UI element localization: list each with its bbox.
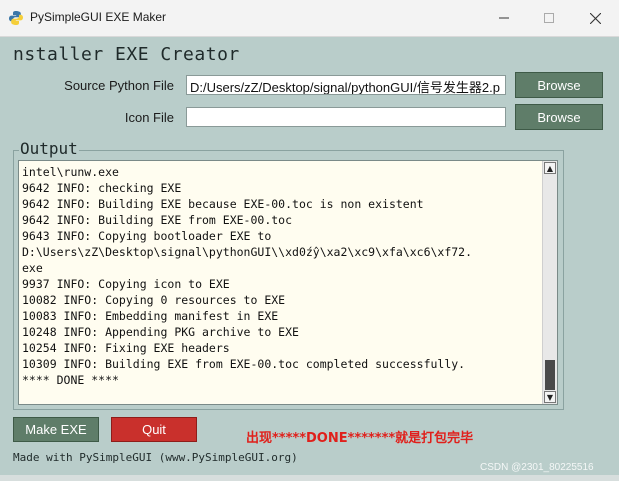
icon-file-label: Icon File — [124, 110, 174, 125]
output-line: 10083 INFO: Embedding manifest in EXE — [22, 309, 279, 323]
window-title: PySimpleGUI EXE Maker — [30, 10, 167, 24]
maximize-icon[interactable] — [526, 0, 572, 36]
output-line: 10082 INFO: Copying 0 resources to EXE — [22, 293, 286, 307]
browse-source-button[interactable]: Browse — [515, 72, 603, 98]
scroll-down-arrow-icon[interactable]: ▼ — [544, 391, 556, 403]
python-logo-icon — [9, 11, 23, 25]
background-strip — [0, 475, 619, 481]
scroll-up-arrow-icon[interactable]: ▲ — [544, 162, 556, 174]
output-line: 9642 INFO: Building EXE because EXE-00.t… — [22, 197, 424, 211]
icon-file-input[interactable] — [186, 107, 506, 127]
output-line: intel\runw.exe — [22, 165, 119, 179]
output-line: exe — [22, 261, 43, 275]
output-line: 9937 INFO: Copying icon to EXE — [22, 277, 230, 291]
output-line: D:\Users\zZ\Desktop\signal\pythonGUI\\xd… — [22, 245, 473, 259]
done-annotation: 出现*****DONE*******就是打包完毕 — [246, 431, 474, 446]
output-line: 10254 INFO: Fixing EXE headers — [22, 341, 230, 355]
source-file-input[interactable]: D:/Users/zZ/Desktop/signal/pythonGUI/信号发… — [186, 75, 506, 95]
quit-button[interactable]: Quit — [111, 417, 197, 442]
output-line: 9642 INFO: checking EXE — [22, 181, 182, 195]
output-scrollbar[interactable]: ▲ ▼ — [542, 161, 557, 404]
page-title: nstaller EXE Creator — [13, 44, 240, 65]
make-exe-button[interactable]: Make EXE — [13, 417, 99, 442]
footer-credit: Made with PySimpleGUI (www.PySimpleGUI.o… — [13, 451, 298, 464]
watermark: CSDN @2301_80225516 — [480, 462, 594, 473]
minimize-icon[interactable] — [481, 0, 527, 36]
output-line: 9642 INFO: Building EXE from EXE-00.toc — [22, 213, 293, 227]
output-line: 10248 INFO: Appending PKG archive to EXE — [22, 325, 299, 339]
browse-icon-button[interactable]: Browse — [515, 104, 603, 130]
title-bar: PySimpleGUI EXE Maker — [0, 0, 619, 37]
source-file-label: Source Python File — [64, 78, 174, 93]
output-lines: intel\runw.exe 9642 INFO: checking EXE 964… — [22, 164, 541, 388]
output-line: 9643 INFO: Copying bootloader EXE to — [22, 229, 272, 243]
output-textbox[interactable]: intel\runw.exe 9642 INFO: checking EXE 964… — [18, 160, 558, 405]
close-icon[interactable] — [572, 0, 618, 36]
output-frame-title: Output — [19, 139, 79, 158]
output-line: 10309 INFO: Building EXE from EXE-00.toc… — [22, 357, 466, 371]
scroll-thumb[interactable] — [545, 360, 555, 390]
output-line: **** DONE **** — [22, 373, 119, 387]
